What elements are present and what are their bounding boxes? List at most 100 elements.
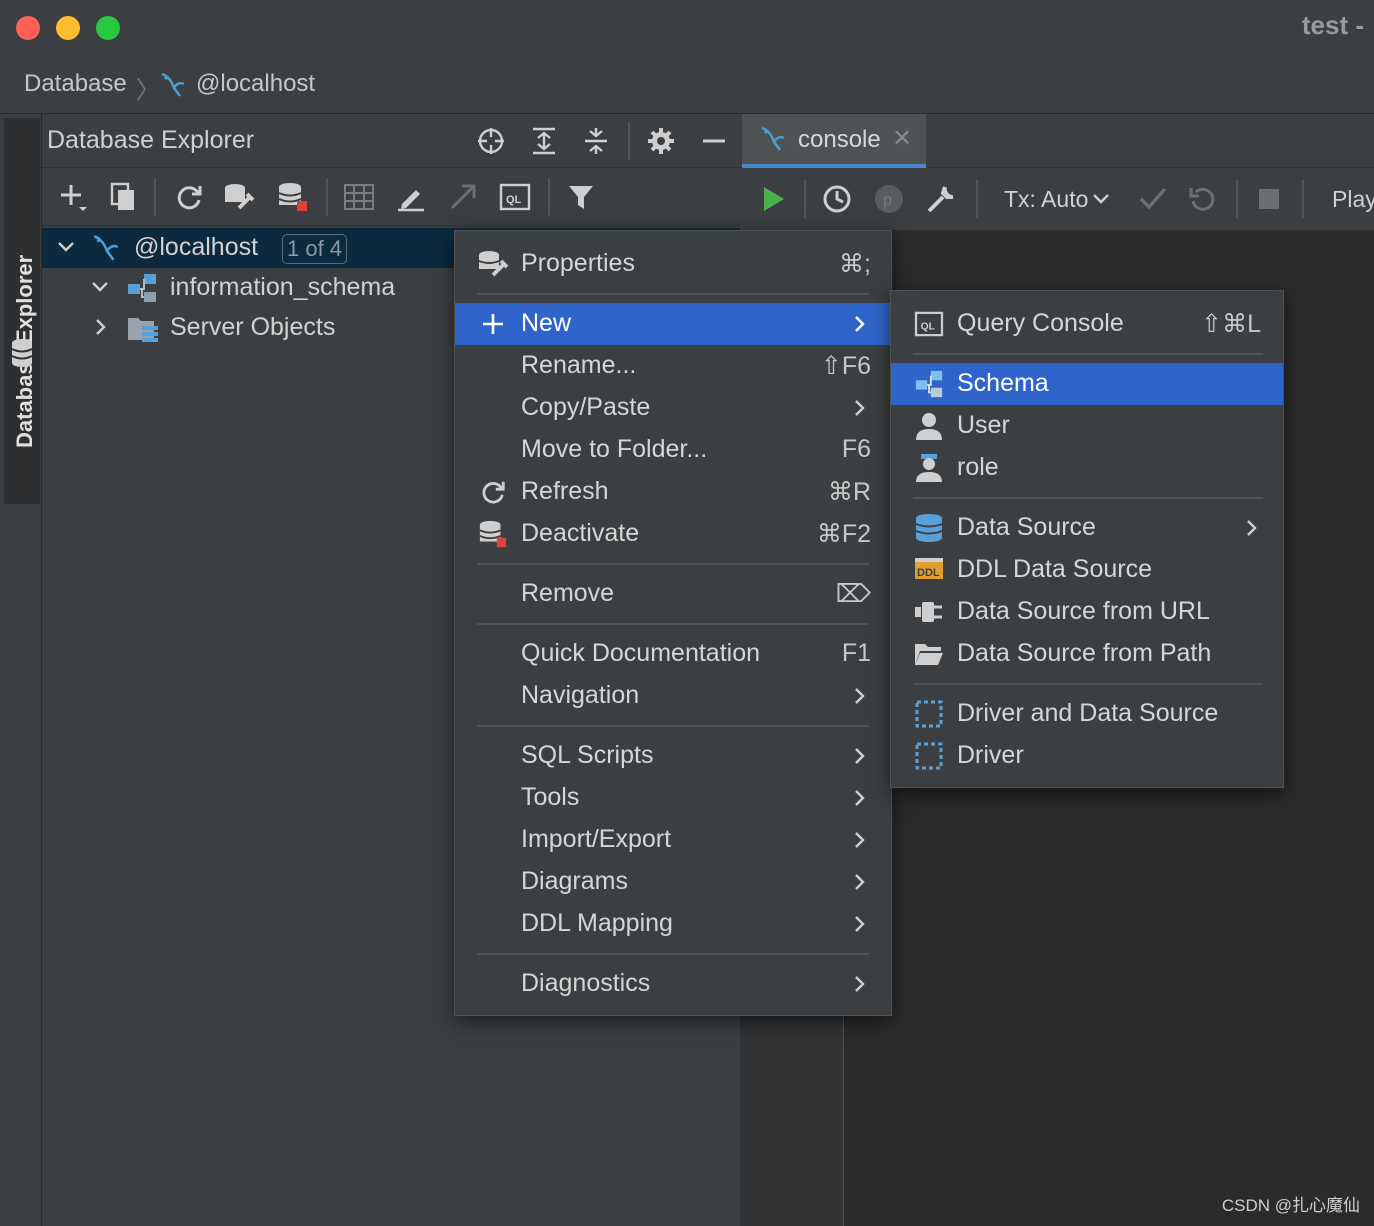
rollback-icon[interactable] <box>1186 182 1220 216</box>
menu-item-new[interactable]: New <box>455 303 891 345</box>
toolbar-separator <box>548 178 550 216</box>
submenu-item-user[interactable]: User <box>891 405 1283 447</box>
stop-icon[interactable] <box>1252 182 1286 216</box>
database-explorer-stripe-button[interactable]: Database Explorer <box>4 118 40 504</box>
data-source-icon <box>913 512 945 544</box>
title-bar: test - <box>0 0 1374 58</box>
copy-icon[interactable] <box>106 180 140 214</box>
submenu-item-ddl-data-source[interactable]: DDL DDL Data Source <box>891 549 1283 591</box>
menu-label: Quick Documentation <box>521 639 761 667</box>
menu-item-tools[interactable]: Tools <box>455 777 891 819</box>
ide-window: test - Database 〉 @localhost Database Ex… <box>0 0 1374 1226</box>
menu-separator <box>913 683 1263 685</box>
menu-item-navigation[interactable]: Navigation <box>455 675 891 717</box>
submenu-item-role[interactable]: role <box>891 447 1283 489</box>
run-icon[interactable] <box>756 182 790 216</box>
playground-label[interactable]: Play <box>1332 186 1374 213</box>
database-stack-icon <box>10 338 34 373</box>
menu-label: Diagrams <box>521 867 628 895</box>
target-icon[interactable] <box>474 124 508 158</box>
toolbar-separator <box>1236 180 1238 218</box>
properties-icon[interactable] <box>222 180 256 214</box>
menu-item-properties[interactable]: Properties ⌘; <box>455 243 891 285</box>
submenu-item-data-source[interactable]: Data Source <box>891 507 1283 549</box>
chevron-down-icon[interactable] <box>1092 192 1110 211</box>
close-icon[interactable]: ✕ <box>892 124 912 153</box>
tab-console[interactable]: console ✕ <box>742 114 926 168</box>
minimize-window-button[interactable] <box>56 16 80 40</box>
expand-all-icon[interactable] <box>527 124 561 158</box>
history-icon[interactable] <box>820 182 854 216</box>
toolbar-separator <box>628 122 630 160</box>
menu-item-ddl-mapping[interactable]: DDL Mapping <box>455 903 891 945</box>
breadcrumb-database[interactable]: Database <box>24 70 127 98</box>
menu-label: Copy/Paste <box>521 393 651 421</box>
tree-label: information_schema <box>170 273 396 301</box>
refresh-icon <box>477 476 509 508</box>
menu-item-move-to-folder[interactable]: Move to Folder... F6 <box>455 429 891 471</box>
menu-item-rename[interactable]: Rename... ⇧F6 <box>455 345 891 387</box>
close-window-button[interactable] <box>16 16 40 40</box>
submenu-item-schema[interactable]: Schema <box>891 363 1283 405</box>
chevron-right-icon <box>855 874 865 890</box>
driver-icon <box>913 740 945 772</box>
svg-text:DDL: DDL <box>917 567 940 579</box>
table-icon[interactable] <box>342 180 376 214</box>
menu-label: Schema <box>957 369 1049 397</box>
chevron-down-icon[interactable] <box>90 278 110 301</box>
toolbar-separator <box>326 178 328 216</box>
menu-label: Driver and Data Source <box>957 699 1219 727</box>
submenu-item-driver[interactable]: Driver <box>891 735 1283 777</box>
menu-item-import-export[interactable]: Import/Export <box>455 819 891 861</box>
submenu-item-data-source-from-url[interactable]: Data Source from URL <box>891 591 1283 633</box>
chevron-right-icon <box>855 316 865 332</box>
edit-icon[interactable] <box>394 180 428 214</box>
tree-label: Server Objects <box>170 313 336 341</box>
refresh-icon[interactable] <box>172 180 206 214</box>
tree-label: @localhost <box>134 233 259 261</box>
menu-item-sql-scripts[interactable]: SQL Scripts <box>455 735 891 777</box>
submenu-item-data-source-from-path[interactable]: Data Source from Path <box>891 633 1283 675</box>
chevron-down-icon[interactable] <box>56 238 76 261</box>
menu-label: DDL Mapping <box>521 909 673 937</box>
folder-open-icon <box>913 638 945 670</box>
chevron-right-icon <box>855 790 865 806</box>
menu-item-diagnostics[interactable]: Diagnostics <box>455 963 891 1005</box>
menu-item-quick-documentation[interactable]: Quick Documentation F1 <box>455 633 891 675</box>
submenu-item-query-console[interactable]: QL Query Console ⇧⌘L <box>891 303 1283 345</box>
filter-icon[interactable] <box>564 180 598 214</box>
submenu-item-driver-and-data-source[interactable]: Driver and Data Source <box>891 693 1283 735</box>
zoom-window-button[interactable] <box>96 16 120 40</box>
menu-label: Navigation <box>521 681 640 709</box>
menu-label: New <box>521 309 572 337</box>
query-console-icon[interactable]: QL <box>498 180 532 214</box>
menu-separator <box>913 353 1263 355</box>
menu-item-copy-paste[interactable]: Copy/Paste <box>455 387 891 429</box>
folder-server-icon <box>126 312 160 349</box>
properties-icon <box>477 248 509 280</box>
jump-icon[interactable] <box>446 180 480 214</box>
gear-icon[interactable] <box>644 124 678 158</box>
menu-item-remove[interactable]: Remove ⌦ <box>455 573 891 615</box>
menu-item-deactivate[interactable]: Deactivate ⌘F2 <box>455 513 891 555</box>
pin-icon[interactable]: p <box>872 182 906 216</box>
menu-label: Query Console <box>957 309 1124 337</box>
menu-item-diagrams[interactable]: Diagrams <box>455 861 891 903</box>
menu-separator <box>477 293 869 295</box>
menu-item-refresh[interactable]: Refresh ⌘R <box>455 471 891 513</box>
mysql-dolphin-icon <box>90 232 122 269</box>
toolbar-separator <box>154 178 156 216</box>
settings-wrench-icon[interactable] <box>924 182 958 216</box>
menu-separator <box>477 725 869 727</box>
commit-check-icon[interactable] <box>1136 182 1170 216</box>
editor-toolbar: p Tx: Auto Play <box>740 168 1374 230</box>
minimize-icon[interactable] <box>697 124 731 158</box>
tx-mode-select[interactable]: Tx: Auto <box>1004 186 1088 213</box>
collapse-all-icon[interactable] <box>579 124 613 158</box>
chevron-right-icon[interactable] <box>92 317 110 342</box>
chevron-right-icon <box>855 976 865 992</box>
ddl-icon: DDL <box>913 554 945 586</box>
breadcrumb-localhost[interactable]: @localhost <box>196 70 315 98</box>
add-icon[interactable] <box>56 180 90 214</box>
deactivate-icon[interactable] <box>276 180 310 214</box>
